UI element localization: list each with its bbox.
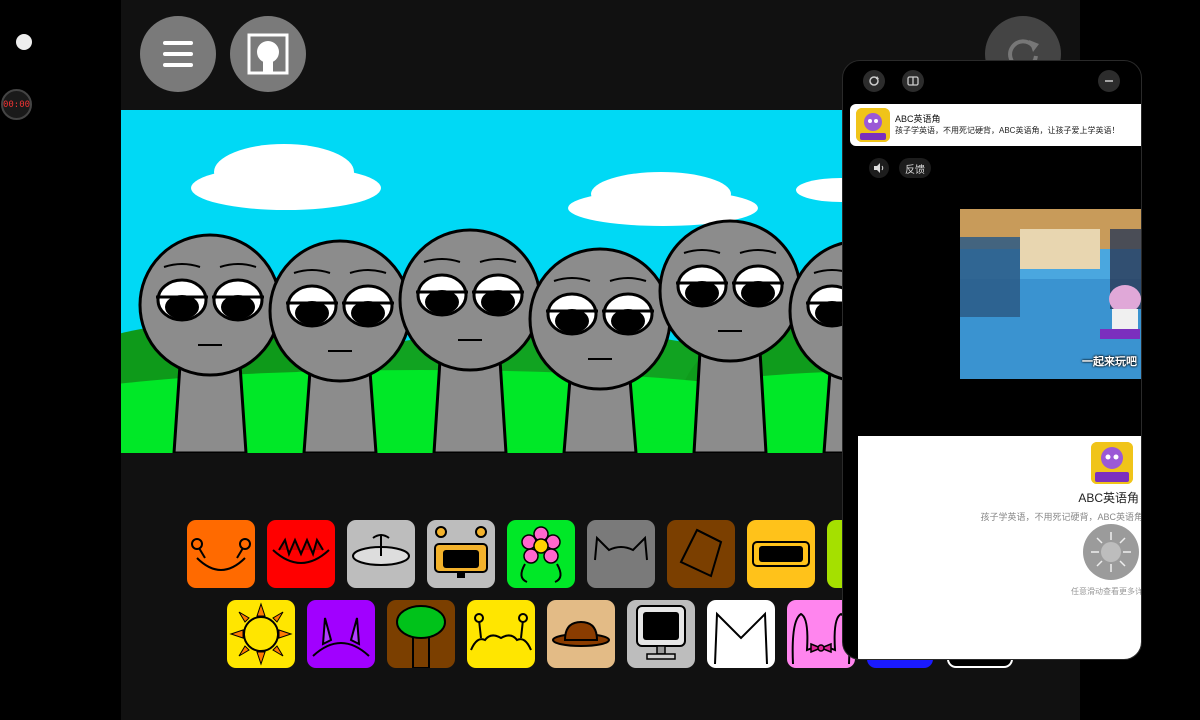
ad-app-card[interactable]: ABC英语角 孩子学英语，不用死记硬背，ABC英语角 任意滑动查看更多详 bbox=[858, 436, 1142, 659]
palette-tile-monitor[interactable] bbox=[627, 600, 695, 668]
palette-tile-visor-head[interactable] bbox=[427, 520, 495, 588]
card-app-logo bbox=[1091, 442, 1133, 484]
split-view-icon bbox=[907, 76, 919, 86]
swipe-gesture-button[interactable] bbox=[1083, 524, 1139, 580]
app-logo bbox=[856, 108, 890, 142]
expand-button[interactable] bbox=[863, 70, 885, 92]
palette-tile-bucket-hat[interactable] bbox=[667, 520, 735, 588]
palette-tile-green-partial[interactable] bbox=[827, 520, 843, 588]
sound-button[interactable] bbox=[869, 158, 889, 178]
menu-button[interactable] bbox=[140, 16, 216, 92]
palette-tile-tree[interactable] bbox=[387, 600, 455, 668]
expand-icon bbox=[869, 76, 879, 86]
palette-tile-red-spikes[interactable] bbox=[267, 520, 335, 588]
palette-tile-yellow-antenna[interactable] bbox=[467, 600, 535, 668]
notification-text: 孩子学英语，不用死记硬背，ABC英语角，让孩子爱上学英语！ bbox=[895, 126, 1120, 135]
notification-app-name: ABC英语角 bbox=[895, 114, 941, 124]
assistive-dot[interactable] bbox=[16, 34, 32, 50]
speaker-icon bbox=[874, 163, 884, 173]
palette-tile-ufo[interactable] bbox=[347, 520, 415, 588]
hamburger-menu-icon bbox=[163, 41, 193, 67]
minimize-icon bbox=[1105, 80, 1113, 82]
ad-notification[interactable]: ABC英语角 孩子学英语，不用死记硬背，ABC英语角，让孩子爱上学英语！ bbox=[850, 104, 1141, 146]
recording-timer[interactable]: 00:00 bbox=[1, 89, 32, 120]
card-app-name: ABC英语角 bbox=[1078, 491, 1139, 505]
floating-mini-window: ABC英语角 孩子学英语，不用死记硬背，ABC英语角，让孩子爱上学英语！ 反馈 … bbox=[842, 60, 1142, 660]
palette-tile-orange-antenna[interactable] bbox=[187, 520, 255, 588]
split-view-button[interactable] bbox=[902, 70, 924, 92]
mini-window-toolbar bbox=[843, 61, 1141, 101]
palette-tile-cat-ears[interactable] bbox=[587, 520, 655, 588]
palette-tile-yellow-visor[interactable] bbox=[747, 520, 815, 588]
feedback-button[interactable]: 反馈 bbox=[899, 158, 931, 178]
palette-tile-purple-horns[interactable] bbox=[307, 600, 375, 668]
ad-video[interactable]: 一起来玩吧 bbox=[960, 209, 1141, 379]
video-caption: 一起来玩吧 bbox=[1082, 356, 1137, 368]
minimize-button[interactable] bbox=[1098, 70, 1120, 92]
screen: 00:00 ABC英语角 孩子学英语，不用死记硬背，ABC英语角，让孩子爱上学英… bbox=[0, 0, 1200, 720]
move-arrows-icon bbox=[1091, 532, 1131, 572]
palette-tile-bowler-hat[interactable] bbox=[547, 600, 615, 668]
palette-tile-flower[interactable] bbox=[507, 520, 575, 588]
card-hint: 任意滑动查看更多详 bbox=[1071, 587, 1142, 596]
palette-tile-sun[interactable] bbox=[227, 600, 295, 668]
character-button[interactable] bbox=[230, 16, 306, 92]
card-description: 孩子学英语，不用死记硬背，ABC英语角 bbox=[980, 512, 1142, 522]
palette-tile-white-ears[interactable] bbox=[707, 600, 775, 668]
character-silhouette-icon bbox=[247, 33, 289, 75]
